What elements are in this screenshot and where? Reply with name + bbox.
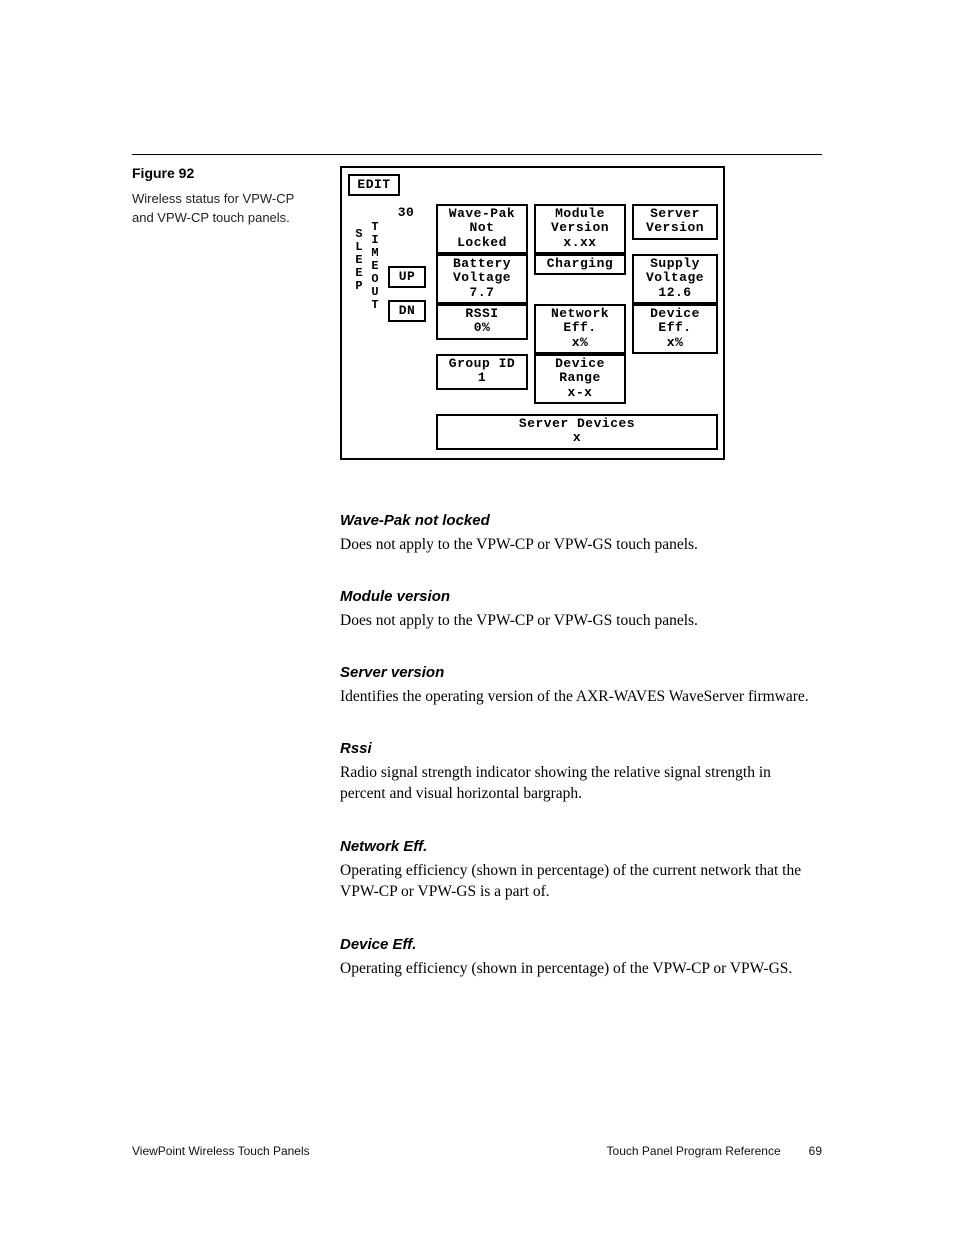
battery-voltage-cell[interactable]: BatteryVoltage7.7 <box>436 254 528 304</box>
wavepak-cell[interactable]: Wave-PakNotLocked <box>436 204 528 254</box>
section-wavepak: Wave-Pak not locked Does not apply to th… <box>340 512 820 556</box>
page-number: 69 <box>809 1144 822 1158</box>
figure-caption: Wireless status for VPW-CP and VPW-CP to… <box>132 190 302 228</box>
supply-voltage-cell[interactable]: SupplyVoltage12.6 <box>632 254 718 304</box>
timeout-label: TIMEOUT <box>368 220 382 310</box>
network-eff-cell[interactable]: NetworkEff.x% <box>534 304 626 354</box>
module-version-cell[interactable]: ModuleVersionx.xx <box>534 204 626 254</box>
section-server-version: Server version Identifies the operating … <box>340 664 820 708</box>
section-network-eff: Network Eff. Operating efficiency (shown… <box>340 838 820 903</box>
heading-server-version: Server version <box>340 664 820 681</box>
edit-button[interactable]: EDIT <box>348 174 400 196</box>
section-rssi: Rssi Radio signal strength indicator sho… <box>340 740 820 805</box>
body-server-version: Identifies the operating version of the … <box>340 687 820 708</box>
up-button[interactable]: UP <box>388 266 426 288</box>
heading-rssi: Rssi <box>340 740 820 757</box>
footer-left: ViewPoint Wireless Touch Panels <box>132 1144 310 1158</box>
page: Figure 92 Wireless status for VPW-CP and… <box>0 0 954 1235</box>
footer-right: Touch Panel Program Reference <box>607 1144 781 1158</box>
sleep-label: SLEEP <box>352 224 366 294</box>
heading-module-version: Module version <box>340 588 820 605</box>
device-eff-cell[interactable]: DeviceEff.x% <box>632 304 718 354</box>
heading-wavepak: Wave-Pak not locked <box>340 512 820 529</box>
server-version-cell[interactable]: ServerVersion <box>632 204 718 240</box>
body-device-eff: Operating efficiency (shown in percentag… <box>340 959 820 980</box>
body-network-eff: Operating efficiency (shown in percentag… <box>340 861 820 903</box>
body-wavepak: Does not apply to the VPW-CP or VPW-GS t… <box>340 535 820 556</box>
charging-cell[interactable]: Charging <box>534 254 626 275</box>
body-rssi: Radio signal strength indicator showing … <box>340 763 820 805</box>
timeout-value: 30 <box>386 204 426 222</box>
figure-label: Figure 92 <box>132 165 194 181</box>
down-button[interactable]: DN <box>388 300 426 322</box>
horizontal-rule <box>132 154 822 155</box>
section-device-eff: Device Eff. Operating efficiency (shown … <box>340 936 820 980</box>
rssi-cell[interactable]: RSSI0% <box>436 304 528 340</box>
heading-device-eff: Device Eff. <box>340 936 820 953</box>
section-module-version: Module version Does not apply to the VPW… <box>340 588 820 632</box>
touch-panel-figure: EDIT SLEEP TIMEOUT 30 UP DN Wave-PakNotL… <box>340 166 725 460</box>
group-id-cell[interactable]: Group ID1 <box>436 354 528 390</box>
device-range-cell[interactable]: DeviceRangex-x <box>534 354 626 404</box>
page-footer: ViewPoint Wireless Touch Panels Touch Pa… <box>132 1144 822 1158</box>
heading-network-eff: Network Eff. <box>340 838 820 855</box>
body-module-version: Does not apply to the VPW-CP or VPW-GS t… <box>340 611 820 632</box>
server-devices-cell[interactable]: Server Devicesx <box>436 414 718 450</box>
